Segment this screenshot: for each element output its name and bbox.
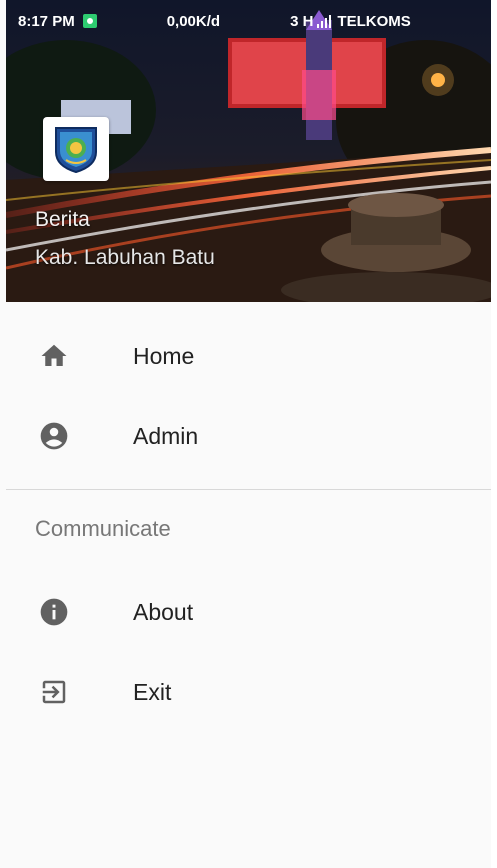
menu-item-exit[interactable]: Exit [6, 662, 491, 722]
menu-divider [6, 489, 491, 490]
regency-emblem-icon [43, 117, 109, 181]
menu-item-label: Admin [133, 422, 199, 449]
home-icon [36, 338, 72, 374]
menu-item-admin[interactable]: Admin [6, 406, 491, 466]
status-network-speed: 0,00K/d [166, 12, 221, 30]
status-network-type: 3 H [290, 12, 314, 30]
notification-icon [82, 14, 97, 28]
drawer-header: 8:17 PM 0,00K/d 3 H TELKOMS Berita Kab. … [6, 0, 491, 302]
account-circle-icon [36, 418, 72, 454]
menu-item-label: Home [133, 342, 195, 369]
status-time: 8:17 PM [18, 12, 75, 30]
header-title: Berita [35, 208, 90, 231]
info-icon [36, 594, 72, 630]
section-title: Communicate [35, 516, 171, 541]
menu-item-home[interactable]: Home [6, 326, 491, 386]
status-carrier: TELKOMS [337, 12, 411, 30]
screen: 8:17 PM 0,00K/d 3 H TELKOMS Berita Kab. … [0, 0, 497, 868]
status-bar: 8:17 PM 0,00K/d 3 H TELKOMS [6, 0, 491, 50]
menu-item-label: Exit [133, 678, 172, 705]
drawer-edge [491, 0, 497, 868]
navigation-menu: Home Admin Communicate About Exit [6, 302, 491, 868]
signal-strength-icon [317, 14, 332, 28]
exit-icon [36, 674, 72, 710]
menu-item-about[interactable]: About [6, 582, 491, 642]
menu-item-label: About [133, 598, 194, 625]
header-subtitle: Kab. Labuhan Batu [35, 246, 215, 269]
